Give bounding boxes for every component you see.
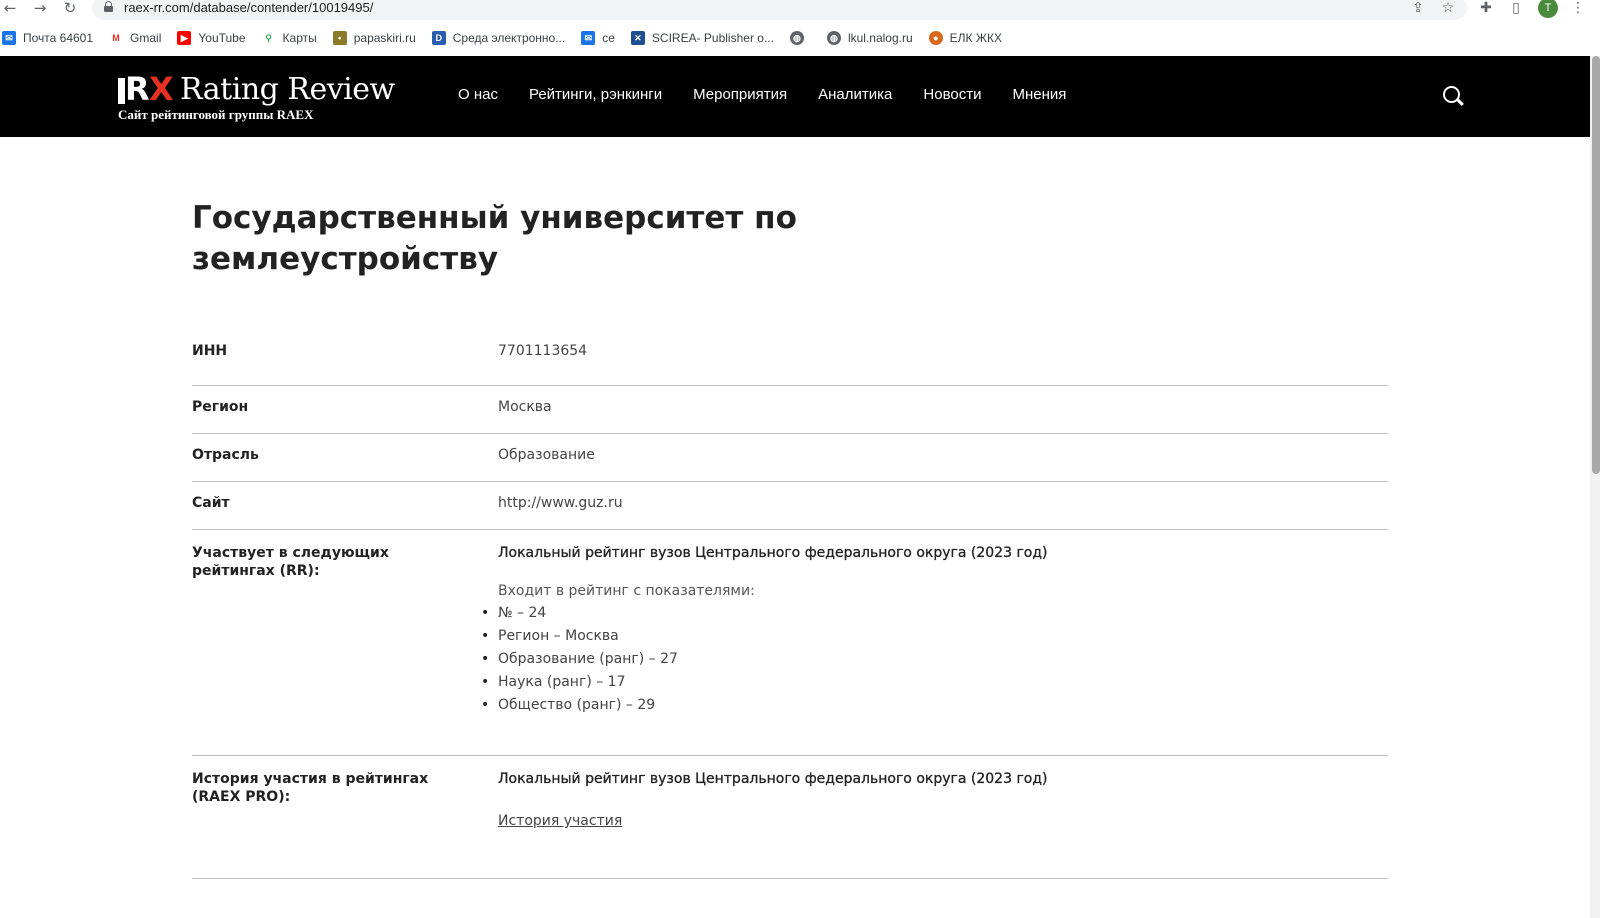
history-link[interactable]: История участия [498, 812, 622, 830]
search-icon[interactable] [1443, 86, 1464, 106]
nav-item-opinions[interactable]: Мнения [1012, 86, 1066, 103]
page-title: Государственный университет по землеустр… [192, 200, 797, 277]
globe-icon: ◍ [789, 31, 804, 45]
logo-subtitle: Сайт рейтинговой группы RAEX [118, 107, 314, 122]
site-link[interactable]: http://www.guz.ru [498, 494, 623, 512]
ratings-label: Участвует в следующих рейтингах (RR): [192, 545, 389, 579]
bookmark-ce[interactable]: ✉ ce [581, 31, 615, 45]
ratings-value: Локальный рейтинг вузов Центрального фед… [481, 544, 1378, 717]
nav-item-events[interactable]: Мероприятия [693, 86, 787, 103]
bookmarks-bar: ✉ Почта 64601 M Gmail ▶ YouTube ⚲ Карты • pap… [0, 27, 1600, 49]
region-label: Регион [192, 399, 249, 415]
info-row-ratings: Участвует в следующих рейтингах (RR): Ло… [192, 530, 1388, 756]
bookmark-lkul[interactable]: ◍ lkul.nalog.ru [826, 31, 913, 45]
list-item: № – 24 [481, 602, 1378, 625]
info-row-industry: Отрасль Образование [192, 434, 1388, 482]
list-item: Образование (ранг) – 27 [481, 648, 1378, 671]
list-item: Наука (ранг) – 17 [481, 671, 1378, 694]
mail-icon: ✉ [581, 31, 596, 45]
history-label: История участия в рейтингах (RAEX PRO): [192, 771, 429, 805]
side-panel-icon[interactable]: ▯ [1506, 0, 1526, 18]
menu-dots-icon[interactable]: ⋮ [1568, 0, 1588, 18]
bookmark-scirea[interactable]: ✕ SCIREA- Publisher o... [630, 31, 774, 45]
history-rating-name: Локальный рейтинг вузов Центрального фед… [498, 771, 1048, 787]
site-label: Сайт [192, 495, 230, 511]
lock-icon[interactable] [104, 1, 113, 12]
mail-icon: ✉ [2, 31, 16, 45]
list-item: Общество (ранг) – 29 [481, 694, 1378, 717]
nav-item-about[interactable]: О нас [458, 86, 498, 103]
info-row-region: Регион Москва [192, 386, 1388, 434]
main-nav: О нас Рейтинги, рэнкинги Мероприятия Ана… [458, 86, 1097, 103]
profile-avatar[interactable]: T [1538, 0, 1558, 18]
scrollbar-thumb[interactable] [1592, 56, 1600, 474]
youtube-icon: ▶ [177, 31, 192, 45]
site-icon: ✕ [630, 31, 645, 45]
bookmark-globe[interactable]: ◍ [789, 31, 811, 45]
info-row-inn: ИНН 7701113654 [192, 338, 1388, 386]
site-icon: • [332, 31, 347, 45]
industry-value: Образование [498, 447, 595, 463]
bookmark-gmail[interactable]: M Gmail [109, 31, 161, 45]
back-arrow-icon[interactable]: ← [0, 0, 20, 18]
rating-indicators-list: № – 24 Регион – Москва Образование (ранг… [481, 602, 1378, 717]
bookmark-sreda[interactable]: D Среда электронно... [431, 31, 565, 45]
site-logo[interactable]: R X Rating Review Сайт рейтинговой групп… [118, 70, 408, 124]
info-row-site: Сайт http://www.guz.ru [192, 482, 1388, 530]
logo-title: Rating Review [180, 72, 395, 107]
bookmark-elk[interactable]: ● ЕЛК ЖКХ [928, 31, 1002, 45]
bookmark-youtube[interactable]: ▶ YouTube [177, 31, 246, 45]
info-table: ИНН 7701113654 Регион Москва Отрасль Обр… [192, 338, 1388, 879]
globe-icon: ◍ [826, 31, 841, 45]
star-icon[interactable]: ☆ [1438, 0, 1458, 18]
browser-toolbar: ← → ↻ raex-rr.com/database/contender/100… [0, 0, 1600, 20]
nav-item-news[interactable]: Новости [923, 86, 981, 103]
url-text[interactable]: raex-rr.com/database/contender/10019495/ [124, 0, 373, 16]
maps-icon: ⚲ [261, 31, 276, 45]
rx-logo-mark: R X [118, 70, 178, 108]
bookmark-maps[interactable]: ⚲ Карты [261, 31, 317, 45]
bookmark-mail[interactable]: ✉ Почта 64601 [2, 31, 93, 45]
gmail-icon: M [109, 31, 124, 45]
rating-name: Локальный рейтинг вузов Центрального фед… [498, 545, 1048, 561]
industry-label: Отрасль [192, 447, 259, 463]
region-value: Москва [498, 399, 552, 415]
rating-indicators-note: Входит в рейтинг с показателями: [498, 583, 755, 599]
history-value: Локальный рейтинг вузов Центрального фед… [498, 770, 1378, 830]
nav-item-ratings[interactable]: Рейтинги, рэнкинги [529, 86, 662, 103]
extensions-icon[interactable]: ✚ [1476, 0, 1496, 18]
inn-value: 7701113654 [498, 343, 588, 359]
site-icon: ● [928, 31, 943, 45]
site-header: R X Rating Review Сайт рейтинговой групп… [0, 56, 1590, 137]
info-row-history: История участия в рейтингах (RAEX PRO): … [192, 756, 1388, 879]
site-icon: D [431, 31, 446, 45]
nav-item-analytics[interactable]: Аналитика [818, 86, 892, 103]
list-item: Регион – Москва [481, 625, 1378, 648]
forward-arrow-icon[interactable]: → [30, 0, 50, 18]
reload-icon[interactable]: ↻ [60, 0, 80, 18]
share-icon[interactable]: ⇪ [1408, 0, 1428, 18]
bookmark-papaskiri[interactable]: • papaskiri.ru [332, 31, 416, 45]
inn-label: ИНН [192, 343, 228, 359]
